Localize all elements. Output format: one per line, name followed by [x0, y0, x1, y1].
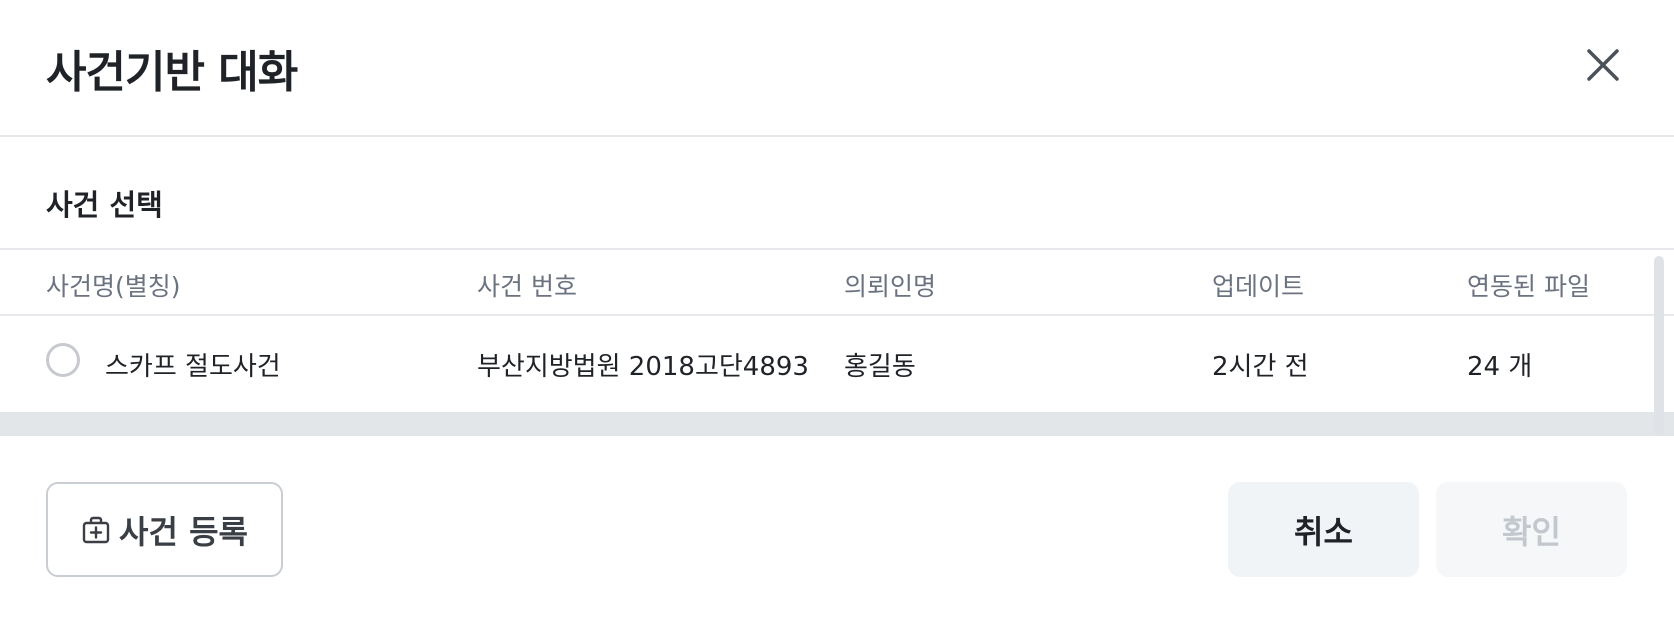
files-cell: 24 개	[1467, 352, 1533, 382]
cancel-button[interactable]: 취소	[1228, 482, 1419, 577]
table-row[interactable]: 스카프 절도사건 부산지방법원 2018고단4893 홍길동 2시간 전 24 …	[0, 316, 1674, 412]
column-header-case-number: 사건 번호	[477, 272, 577, 301]
column-header-client: 의뢰인명	[844, 272, 937, 301]
close-icon	[1587, 49, 1619, 81]
confirm-button[interactable]: 확인	[1436, 482, 1627, 577]
table-scrollbar[interactable]	[1654, 256, 1664, 436]
cancel-label: 취소	[1294, 512, 1353, 551]
briefcase-plus-icon	[81, 515, 111, 545]
table-header: 사건명(별칭) 사건 번호 의뢰인명 업데이트 연동된 파일	[0, 248, 1674, 316]
dialog-title: 사건기반 대화	[46, 47, 298, 98]
case-name-cell: 스카프 절도사건	[105, 352, 281, 382]
section-title: 사건 선택	[46, 188, 163, 222]
dialog-header: 사건기반 대화	[0, 0, 1674, 137]
column-header-files: 연동된 파일	[1467, 272, 1590, 301]
table-scroll-area	[0, 412, 1674, 436]
case-table: 사건명(별칭) 사건 번호 의뢰인명 업데이트 연동된 파일 스카프 절도사건 …	[0, 248, 1674, 436]
register-case-button[interactable]: 사건 등록	[46, 482, 283, 577]
register-case-label: 사건 등록	[119, 512, 248, 551]
confirm-label: 확인	[1502, 512, 1561, 551]
close-button[interactable]	[1584, 46, 1622, 84]
row-select-radio[interactable]	[46, 343, 80, 377]
case-chat-dialog: 사건기반 대화 사건 선택 사건명(별칭) 사건 번호 의뢰인명 업데이트 연동…	[0, 0, 1674, 624]
column-header-name: 사건명(별칭)	[46, 272, 181, 301]
updated-cell: 2시간 전	[1212, 352, 1309, 382]
client-cell: 홍길동	[844, 352, 916, 382]
case-number-cell: 부산지방법원 2018고단4893	[477, 352, 809, 382]
column-header-updated: 업데이트	[1212, 272, 1305, 301]
